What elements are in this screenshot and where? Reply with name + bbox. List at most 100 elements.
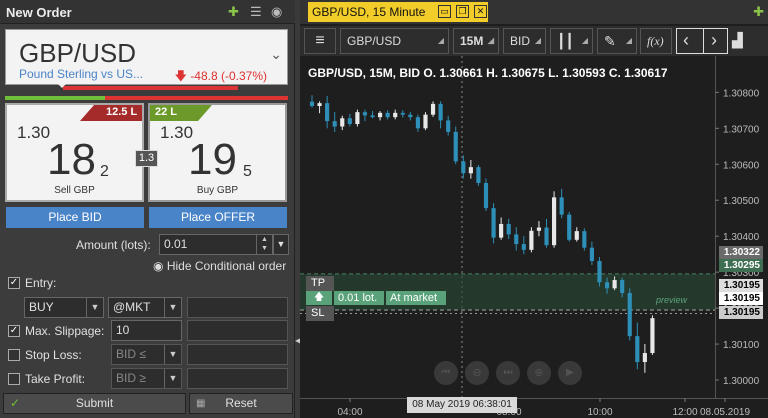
buy-price-big: 19 (188, 135, 237, 184)
entry-checkbox[interactable]: ✓ (8, 277, 20, 289)
timeframe-select[interactable]: 15M ◢ (453, 28, 499, 54)
chevron-down-icon[interactable]: ⌄ (270, 46, 282, 63)
fx-label: f(x) (647, 34, 664, 48)
chevron-left-icon[interactable]: ‹ (683, 29, 689, 51)
hide-conditional-toggle[interactable]: ◉ Hide Conditional order (153, 259, 286, 273)
last-page-icon[interactable]: ⏭ (496, 361, 520, 385)
zoom-in-icon[interactable]: ⊕ (527, 361, 551, 385)
candle-body (514, 234, 519, 245)
amount-stepper[interactable]: ▲ ▼ (256, 235, 272, 254)
scroll-divider (703, 29, 704, 53)
candle-body (499, 223, 504, 238)
y-axis: 1.30800 1.30700 1.30600 1.30500 1.30400 1.303… (715, 56, 760, 398)
candles (309, 95, 655, 373)
candle-body (552, 197, 557, 246)
buy-volume: 22 L (155, 106, 178, 118)
indicators-button[interactable]: f(x) (640, 28, 672, 54)
add-icon[interactable]: ✚ (753, 4, 764, 20)
candle-body (582, 231, 587, 248)
bar-chart-icon[interactable]: ▟ (732, 28, 754, 54)
hamburger-icon[interactable]: ≡ (304, 28, 336, 54)
candle-body (347, 118, 352, 125)
chevron-down-icon: ◢ (437, 36, 444, 45)
price-tag: 1.30195 (719, 279, 763, 292)
stop-loss-checkbox[interactable] (8, 349, 20, 361)
amount-label: Amount (lots): (76, 238, 151, 252)
chevron-down-icon: ◢ (487, 36, 494, 45)
zoom-out-icon[interactable]: ⊖ (465, 361, 489, 385)
chart-tab-title: GBP/USD, 15 Minute (312, 5, 426, 19)
max-slippage-checkbox[interactable]: ✓ (8, 325, 20, 337)
max-slippage-label: Max. Slippage: (25, 324, 105, 338)
candle-body (423, 114, 428, 129)
candle-body (355, 112, 360, 125)
candle-body (544, 227, 549, 246)
candle-body (332, 121, 337, 127)
candle-body (408, 114, 413, 118)
place-bid-button[interactable]: Place BID (6, 207, 144, 228)
place-offer-button[interactable]: Place OFFER (149, 207, 287, 228)
chart-type-button[interactable]: ┃┃ ◢ (550, 28, 593, 54)
candle-body (309, 101, 315, 107)
tp-button[interactable]: TP (306, 276, 334, 291)
eye-icon[interactable]: ◉ (271, 4, 282, 20)
order-line-type[interactable]: At market (386, 291, 446, 305)
sell-card[interactable]: 12.5 L 1.30 18 2 Sell GBP (5, 103, 144, 202)
x-tick-label: 04:00 (337, 407, 362, 418)
take-profit-select: BID ≥ ▼ (111, 368, 182, 389)
stop-loss-side: BID ≤ (116, 347, 146, 361)
instrument-select[interactable]: GBP/USD ◢ (340, 28, 449, 54)
max-slippage-input[interactable]: 10 (111, 320, 182, 341)
candle-body (415, 117, 420, 129)
candle-body (483, 182, 489, 209)
candle-body (325, 103, 330, 122)
sell-volume-tag: 12.5 L (80, 105, 142, 121)
price-type-select[interactable]: BID ◢ (503, 28, 546, 54)
order-line-handle[interactable]: 🡅 (306, 291, 332, 305)
order-type-select[interactable]: @MKT ▼ (108, 297, 182, 318)
minimize-icon[interactable]: ▭ (438, 5, 451, 18)
candle-body (446, 120, 451, 132)
sentiment-bar-red (63, 86, 238, 90)
candle-body (438, 103, 443, 121)
price-tag: 1.30295 (719, 259, 763, 272)
reset-label: Reset (225, 396, 257, 410)
take-profit-checkbox[interactable] (8, 373, 20, 385)
candle-body (589, 247, 594, 262)
take-profit-label: Take Profit: (25, 372, 86, 386)
spread-badge: 1.3 (135, 150, 158, 167)
scroll-buttons: ‹ › (676, 28, 728, 54)
chart-tab-bar: GBP/USD, 15 Minute ▭ ❐ ✕ ✚ (300, 0, 768, 24)
side-select[interactable]: BUY ▼ (24, 297, 104, 318)
restore-icon[interactable]: ❐ (456, 5, 469, 18)
add-icon[interactable]: ✚ (228, 4, 239, 20)
check-icon: ✓ (10, 396, 21, 410)
menu-icon[interactable]: ☰ (250, 4, 262, 20)
candle-body (317, 103, 322, 107)
arrow-up-icon: 🡅 (313, 292, 325, 303)
reset-button[interactable]: ▦ Reset (189, 393, 293, 414)
chart-tab[interactable]: GBP/USD, 15 Minute ▭ ❐ ✕ (308, 2, 488, 22)
play-icon[interactable]: ▶ (558, 361, 582, 385)
x-tick-label: 08.05.2019 (700, 407, 750, 418)
sl-button[interactable]: SL (306, 306, 334, 321)
order-line-quantity[interactable]: 0.01 lot. (334, 291, 384, 305)
submit-button[interactable]: ✓ Submit (3, 393, 186, 414)
first-page-icon[interactable]: ⏮ (434, 361, 458, 385)
candle-body (597, 261, 602, 283)
sell-label: Sell GBP (54, 185, 95, 196)
amount-dropdown[interactable]: ▼ (273, 234, 289, 255)
order-type-value: @MKT (113, 300, 151, 314)
preview-label: preview (656, 295, 688, 305)
candle-body (400, 112, 405, 115)
drawing-tools-button[interactable]: ✎ ◢ (597, 28, 637, 54)
candle-body (567, 214, 572, 240)
chevron-right-icon[interactable]: › (711, 29, 717, 51)
chevron-down-icon: ▼ (276, 239, 286, 249)
buy-card[interactable]: 22 L 1.30 19 5 Buy GBP (148, 103, 287, 202)
buy-volume-tag: 22 L (150, 105, 212, 121)
symbol-name: GBP/USD (19, 38, 137, 68)
symbol-selector[interactable]: GBP/USD Pound Sterling vs US... 🡇 -48.8 … (5, 29, 288, 85)
close-icon[interactable]: ✕ (474, 5, 487, 18)
order-panel: New Order ✚ ☰ ◉ GBP/USD Pound Sterling v… (0, 0, 295, 418)
